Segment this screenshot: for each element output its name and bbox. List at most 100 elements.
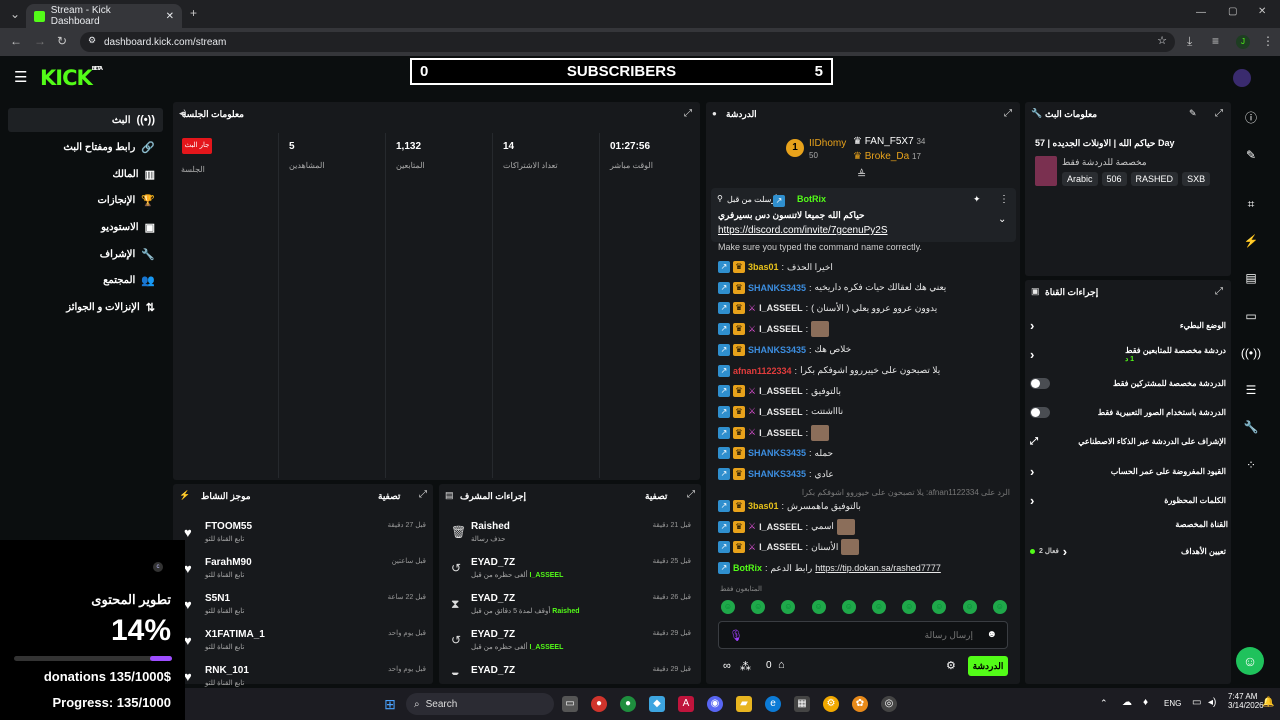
url-field[interactable]: ⚙ dashboard.kick.com/stream ☆ (80, 32, 1175, 52)
nav-item[interactable]: 👥 المجتمع (8, 268, 163, 292)
windows-start-icon[interactable]: ⊞ (382, 696, 398, 712)
chat-username[interactable]: I_ASSEEL (759, 324, 803, 334)
chat-message[interactable]: ↗ afnan1122334: يلا تصبحون على خييرروو اشو… (718, 362, 1008, 380)
chat-message[interactable]: ↗ ♛ SHANKS3435: يعني هك لعقالك حيات فكره دا… (718, 279, 1008, 297)
app2-icon[interactable]: ⚙ (823, 696, 839, 712)
chat-username[interactable]: 3bas01 (748, 501, 779, 511)
user-avatar[interactable] (1233, 69, 1251, 87)
store-icon[interactable]: ▦ (794, 696, 810, 712)
chat-username[interactable]: I_ASSEEL (759, 428, 803, 438)
chat-username[interactable]: 3bas01 (748, 262, 779, 272)
tray-chevron-icon[interactable]: ⌃ (1100, 698, 1108, 709)
pinned-expand-icon[interactable]: ⌄ (998, 214, 1006, 225)
maximize-icon[interactable]: ▢ (1228, 6, 1237, 17)
chat-username[interactable]: SHANKS3435 (748, 345, 806, 355)
taskbar-search[interactable]: ⌕ Search (406, 693, 554, 715)
channel-action-row[interactable]: الإشراف على الدردشة عبر الذكاء الاصطناعي… (1030, 430, 1226, 452)
leader-name[interactable]: IIDhomy (809, 138, 846, 149)
reload-icon[interactable]: ↻ (57, 34, 67, 48)
channel-action-row[interactable]: دردشة مخصصة للمتابعين فقط 1 د › (1030, 343, 1226, 365)
chat-message[interactable]: ↗ ♛ SHANKS3435: خلاص هك (718, 341, 1008, 359)
chat-username[interactable]: afnan1122334 (733, 366, 792, 376)
acrobat-icon[interactable]: A (678, 696, 694, 712)
edge-icon[interactable]: e (765, 696, 781, 712)
chat-username[interactable]: BotRix (733, 563, 762, 573)
toggle-switch[interactable] (1030, 377, 1050, 389)
mic-tray-icon[interactable]: ♦ (1143, 697, 1148, 708)
camera-icon[interactable]: ⌗ (1240, 194, 1262, 214)
chat-username[interactable]: SHANKS3435 (748, 283, 806, 293)
chat-message[interactable]: ↗ ♛ SHANKS3435: عادي (718, 465, 1008, 483)
mod-action-item[interactable]: 🗑 Raished حذف رسالة قبل 21 دقيقة (445, 517, 697, 551)
pinned-more-icon[interactable]: ⋮ (999, 194, 1009, 205)
chat-message[interactable]: ↗ ♛ 3bas01: اخيرا الحذف (718, 258, 1008, 276)
app-icon[interactable]: ◆ (649, 696, 665, 712)
category-name[interactable]: مخصصة للدردشة فقط (1062, 157, 1147, 168)
chat-message[interactable]: ↗ ♛ ⚔ I_ASSEEL: (718, 424, 1008, 442)
minimize-icon[interactable]: — (1196, 7, 1206, 18)
pen-icon[interactable]: ✎ (1240, 145, 1262, 165)
unpin-icon[interactable]: ✦ (973, 194, 981, 205)
chat-username[interactable]: SHANKS3435 (748, 448, 806, 458)
expand-icon[interactable]: ⤢ (1215, 286, 1223, 297)
chat-input[interactable]: 🎙 إرسال رسالة ☻ (718, 621, 1008, 649)
channel-action-row[interactable]: الوضع البطيء › (1030, 314, 1226, 336)
doc-icon[interactable]: ▤ (1240, 268, 1262, 288)
chat-message[interactable]: ↗ ♛ ⚔ I_ASSEEL: اسمي (718, 518, 1008, 536)
pinned-link[interactable]: https://discord.com/invite/7gcenuPy2S (718, 225, 888, 236)
file-explorer-icon[interactable]: ▰ (736, 696, 752, 712)
mod-action-item[interactable]: ↺ EYAD_7Z ألغى حظره من قبل I_ASSEEL قبل 25 … (445, 553, 697, 587)
chat-username[interactable]: I_ASSEEL (759, 303, 803, 313)
nav-item[interactable]: 🔧 الإشراف (8, 242, 163, 266)
toggle-switch[interactable] (1030, 406, 1050, 418)
browser-tab[interactable]: Stream - Kick Dashboard ✕ (26, 4, 182, 28)
nav-item[interactable]: ⇅ الإنزالات و الجوائز (8, 295, 163, 319)
reading-list-icon[interactable]: ≡ (1212, 34, 1219, 48)
activity-item[interactable]: ♥ X1FATIMA_1 تابع القناة للتو قبل يوم واحد (180, 625, 432, 659)
chrome-alt-icon[interactable]: ● (620, 696, 636, 712)
activity-item[interactable]: ♥ FTOOM55 تابع القناة للتو قبل 27 دقيقة (180, 517, 432, 551)
nav-item[interactable]: ▣ الاستوديو (8, 215, 163, 239)
mod-action-item[interactable]: ⧗ EYAD_7Z أوقف لمدة 5 دقائق من قبل Raished… (445, 589, 697, 623)
forward-icon[interactable]: → (34, 34, 46, 48)
activity-item[interactable]: ♥ S5N1 تابع القناة للتو قبل 22 ساعة (180, 589, 432, 623)
clock[interactable]: 7:47 AM 3/14/2026 (1228, 692, 1264, 710)
chat-username[interactable]: I_ASSEEL (759, 386, 803, 396)
chat-username[interactable]: SHANKS3435 (748, 469, 806, 479)
wrench-icon[interactable]: 🔧 (1240, 417, 1262, 437)
chat-message[interactable]: ↗ ♛ 3bas01: بالتوفيق ماهمسرش (718, 497, 1008, 515)
stream-tag[interactable]: SXB (1182, 172, 1211, 186)
chrome-icon[interactable]: ● (591, 696, 607, 712)
external-link-icon[interactable]: ⤢ (1030, 436, 1038, 447)
stream-tag[interactable]: RASHED (1130, 172, 1179, 186)
mod-action-item[interactable]: ↺ EYAD_7Z ألغى حظره من قبل I_ASSEEL قبل 29 … (445, 625, 697, 659)
task-view-icon[interactable]: ▭ (562, 696, 578, 712)
chat-username[interactable]: I_ASSEEL (759, 522, 803, 532)
channel-action-row[interactable]: الدردشة باستخدام الصور التعبيرية فقط (1030, 401, 1226, 423)
edit-icon[interactable]: ✎ (1189, 108, 1197, 119)
chat-username[interactable]: I_ASSEEL (759, 542, 803, 552)
pinned-user[interactable]: BotRix (797, 194, 826, 204)
goals-row[interactable]: تعيين الأهداف فعال 2 › (1030, 540, 1226, 562)
activity-filter-button[interactable]: تصفية (378, 491, 400, 502)
stream-tag[interactable]: 506 (1101, 172, 1127, 186)
back-icon[interactable]: ← (10, 34, 22, 48)
nav-item[interactable]: ▥ المالك (8, 162, 163, 186)
chat-message[interactable]: ↗ ♛ ⚔ I_ASSEEL: بالتوفيق (718, 382, 1008, 400)
send-chat-button[interactable]: الدردشة (968, 656, 1008, 676)
obs-icon[interactable]: ◎ (881, 696, 897, 712)
mod-action-item[interactable]: ⧗ EYAD_7Z قبل 29 دقيقة (445, 661, 697, 675)
close-tab-icon[interactable]: ✕ (166, 11, 174, 22)
emote-icon[interactable]: ☺ (992, 600, 1007, 614)
app3-icon[interactable]: ✿ (852, 696, 868, 712)
emote-icon[interactable]: ☺ (721, 600, 735, 614)
network-icon[interactable]: ▭ (1192, 697, 1201, 708)
menu-kebab-icon[interactable]: ⋮ (1262, 34, 1274, 48)
emote-icon[interactable]: ☺ (962, 600, 977, 614)
bolt-icon[interactable]: ⚡ (1240, 231, 1262, 251)
new-tab-button[interactable]: + (190, 6, 197, 20)
hamburger-menu-icon[interactable]: ☰ (14, 68, 27, 86)
emote-icon[interactable]: ☺ (811, 600, 826, 614)
expand-icon[interactable]: ⤢ (687, 489, 695, 500)
chat-message[interactable]: ↗ ♛ ⚔ I_ASSEEL: يدوون عروو عروو يعلي ( الأسن… (718, 299, 1008, 317)
